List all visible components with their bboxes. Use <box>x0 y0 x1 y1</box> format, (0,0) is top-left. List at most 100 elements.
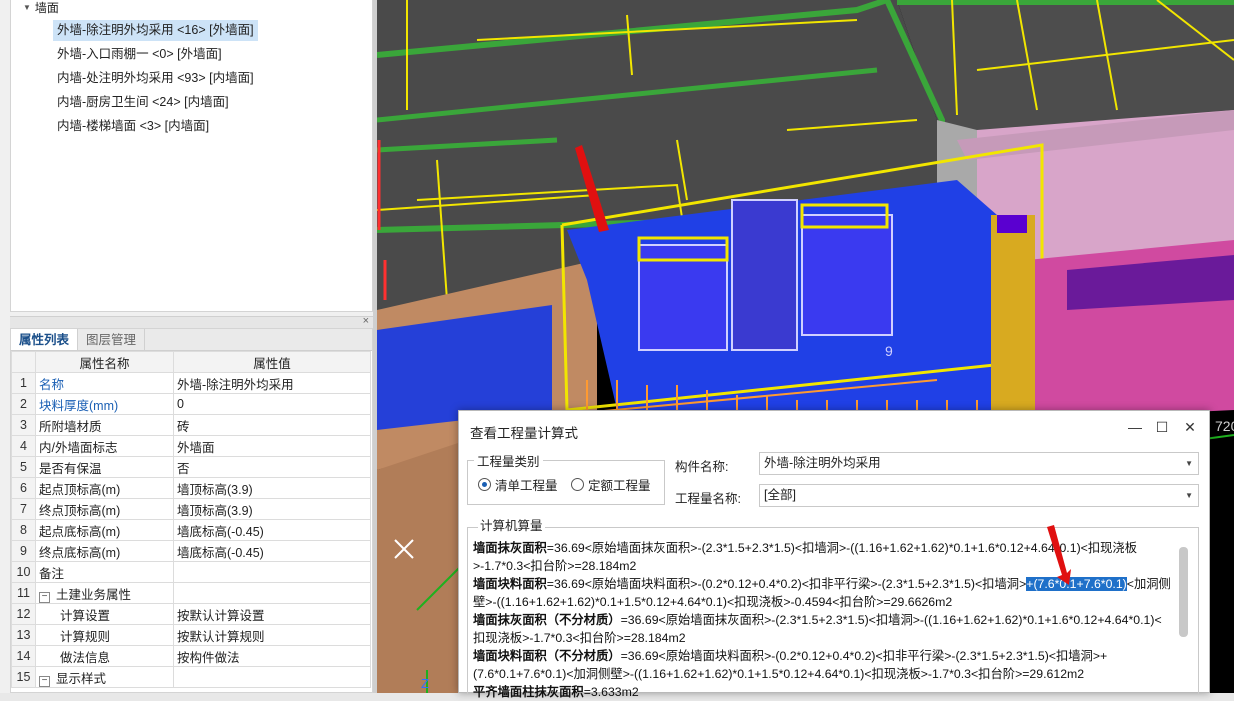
property-panel: 属性列表 图层管理 属性名称 属性值 1 名称 外墙-除注明外均采用 2 块料厚度(m… <box>10 328 373 693</box>
prop-value[interactable]: 0 <box>173 393 371 415</box>
chevron-down-icon[interactable]: ▼ <box>1185 485 1193 506</box>
table-row: 12 计算设置 按默认计算设置 <box>11 603 371 625</box>
maximize-icon[interactable]: ☐ <box>1152 419 1172 436</box>
collapse-icon[interactable]: − <box>39 591 50 603</box>
close-icon[interactable]: ✕ <box>1180 419 1200 436</box>
row-num: 11 <box>11 582 36 604</box>
header-num <box>11 351 36 373</box>
prop-value <box>173 666 371 688</box>
prop-group-label: 显示样式 <box>56 671 107 686</box>
prop-value[interactable]: 否 <box>173 456 371 478</box>
table-row: 4 内/外墙面标志 外墙面 <box>11 435 371 457</box>
minimize-icon[interactable]: — <box>1125 419 1145 435</box>
radio-quota-quantity[interactable]: 定额工程量 <box>571 475 651 494</box>
property-table: 属性名称 属性值 1 名称 外墙-除注明外均采用 2 块料厚度(mm) 0 3 所附墙材质… <box>11 351 371 688</box>
formula-line: 墙面抹灰面积（不分材质）=36.69<原始墙面抹灰面积>-(2.3*1.5+2.… <box>473 613 1162 645</box>
row-num: 15 <box>11 666 36 688</box>
table-row: 10 备注 <box>11 561 371 583</box>
chevron-down-icon[interactable]: ▼ <box>1185 453 1193 474</box>
table-row: 11− 土建业务属性 <box>11 582 371 604</box>
tree-item[interactable]: 外墙-除注明外均采用 <16> [外墙面] <box>53 20 258 41</box>
table-row: 1 名称 外墙-除注明外均采用 <box>11 372 371 394</box>
row-num: 13 <box>11 624 36 646</box>
radio-label: 清单工程量 <box>495 479 558 493</box>
group-label: 工程量类别 <box>477 455 540 469</box>
header-name: 属性名称 <box>35 351 174 373</box>
left-panel: ▼ 墙面 外墙-除注明外均采用 <16> [外墙面] 外墙-入口雨棚一 <0> … <box>0 0 373 693</box>
prop-value[interactable]: 外墙面 <box>173 435 371 457</box>
caret-down-icon[interactable]: ▼ <box>23 3 31 12</box>
tab-property-list[interactable]: 属性列表 <box>11 329 79 350</box>
prop-value[interactable]: 墙底标高(-0.45) <box>173 540 371 562</box>
row-num: 5 <box>11 456 36 478</box>
prop-name: 起点顶标高(m) <box>35 477 174 499</box>
prop-value[interactable]: 按构件做法 <box>173 645 371 667</box>
quantity-name-select[interactable]: [全部] ▼ <box>759 484 1199 507</box>
tree-item[interactable]: 外墙-入口雨棚一 <0> [外墙面] <box>53 44 226 65</box>
prop-name: 做法信息 <box>35 645 174 667</box>
highlighted-text: +(7.6*0.1+7.6*0.1) <box>1026 577 1127 591</box>
tree-root-label: 墙面 <box>34 0 59 15</box>
table-row: 9 终点底标高(m) 墙底标高(-0.45) <box>11 540 371 562</box>
row-num: 12 <box>11 603 36 625</box>
tree-item[interactable]: 内墙-厨房卫生间 <24> [内墙面] <box>53 92 233 113</box>
prop-name: 备注 <box>35 561 174 583</box>
prop-name: 内/外墙面标志 <box>35 435 174 457</box>
prop-value[interactable] <box>173 561 371 583</box>
table-row: 5 是否有保温否 <box>11 456 371 478</box>
prop-group[interactable]: − 显示样式 <box>35 666 174 688</box>
component-name-select[interactable]: 外墙-除注明外均采用 ▼ <box>759 452 1199 475</box>
row-num: 1 <box>11 372 36 394</box>
formula-line: 平齐墙面柱抹灰面积=3.633m2 <box>473 685 639 699</box>
prop-value[interactable]: 外墙-除注明外均采用 <box>173 372 371 394</box>
prop-name: 计算设置 <box>35 603 174 625</box>
property-tabs: 属性列表 图层管理 <box>11 329 372 351</box>
prop-value <box>173 582 371 604</box>
prop-value[interactable]: 按默认计算设置 <box>173 603 371 625</box>
row-num: 4 <box>11 435 36 457</box>
table-row: 6 起点顶标高(m) 墙顶标高(3.9) <box>11 477 371 499</box>
radio-list-quantity[interactable]: 清单工程量 <box>478 475 558 494</box>
tree-root[interactable]: ▼ 墙面 <box>23 0 59 15</box>
prop-name: 终点底标高(m) <box>35 540 174 562</box>
radio-unselected-icon[interactable] <box>571 478 584 491</box>
tab-layer-manage[interactable]: 图层管理 <box>78 329 146 350</box>
prop-group-label: 土建业务属性 <box>56 587 132 602</box>
prop-name: 块料厚度(mm) <box>35 393 174 415</box>
prop-value[interactable]: 墙底标高(-0.45) <box>173 519 371 541</box>
row-num: 6 <box>11 477 36 499</box>
row-num: 10 <box>11 561 36 583</box>
radio-selected-icon[interactable] <box>478 478 491 491</box>
table-row: 15− 显示样式 <box>11 666 371 688</box>
prop-name: 所附墙材质 <box>35 414 174 436</box>
panel-splitter[interactable]: × <box>10 315 373 328</box>
row-num: 9 <box>11 540 36 562</box>
row-num: 7 <box>11 498 36 520</box>
prop-name: 是否有保温 <box>35 456 174 478</box>
prop-value[interactable]: 墙顶标高(3.9) <box>173 477 371 499</box>
table-row: 14 做法信息 按构件做法 <box>11 645 371 667</box>
row-num: 3 <box>11 414 36 436</box>
header-value: 属性值 <box>173 351 371 373</box>
quantity-value: [全部] <box>764 488 796 502</box>
prop-value[interactable]: 砖 <box>173 414 371 436</box>
dialog-title: 查看工程量计算式 <box>470 426 578 441</box>
tree-item[interactable]: 内墙-楼梯墙面 <3> [内墙面] <box>53 116 213 137</box>
prop-name: 名称 <box>35 372 174 394</box>
close-icon[interactable]: × <box>363 315 369 327</box>
prop-value[interactable]: 墙顶标高(3.9) <box>173 498 371 520</box>
viewport-label-9: 9 <box>885 343 893 359</box>
tree-item[interactable]: 内墙-处注明外均采用 <93> [内墙面] <box>53 68 258 89</box>
scrollbar[interactable] <box>1179 547 1188 637</box>
calc-section-title: 计算机算量 <box>478 515 545 534</box>
prop-group[interactable]: − 土建业务属性 <box>35 582 174 604</box>
prop-name: 计算规则 <box>35 624 174 646</box>
prop-name: 起点底标高(m) <box>35 519 174 541</box>
prop-value[interactable]: 按默认计算规则 <box>173 624 371 646</box>
prop-name: 终点顶标高(m) <box>35 498 174 520</box>
row-num: 14 <box>11 645 36 667</box>
red-arrow <box>1047 525 1071 585</box>
row-num: 8 <box>11 519 36 541</box>
table-row: 8 起点底标高(m) 墙底标高(-0.45) <box>11 519 371 541</box>
collapse-icon[interactable]: − <box>39 675 50 687</box>
